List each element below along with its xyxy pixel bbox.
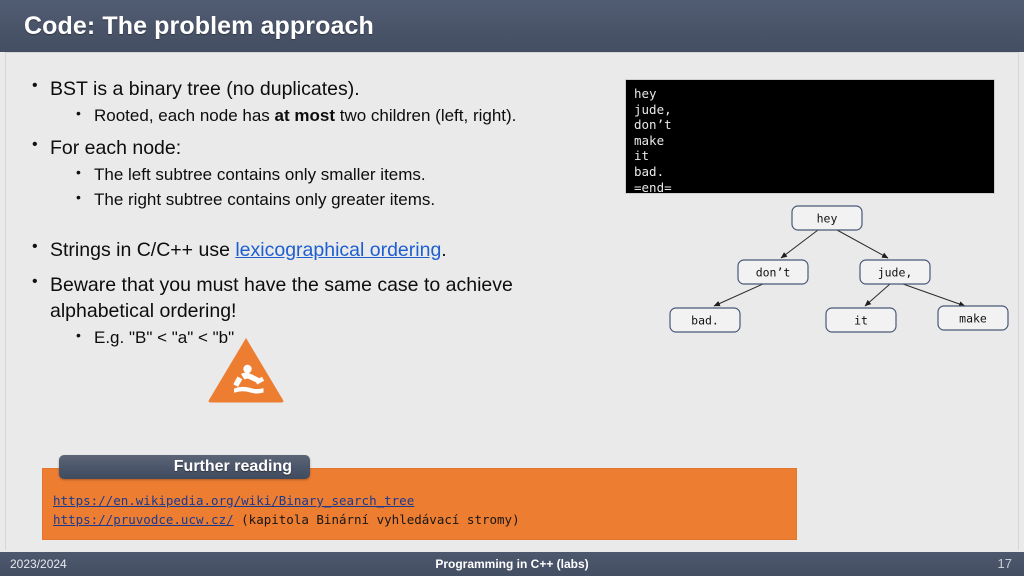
wikipedia-bst-link[interactable]: https://en.wikipedia.org/wiki/Binary_sea… [53, 493, 414, 508]
bullet-strings-post: . [441, 238, 447, 261]
terminal-line: =end= [634, 179, 672, 194]
terminal-output-box: hey jude, don’t make it bad. =end= [625, 79, 995, 194]
tree-node-label: it [854, 314, 868, 328]
terminal-line: it [634, 148, 650, 164]
terminal-line: hey [634, 86, 657, 101]
terminal-line: don’t [634, 117, 672, 133]
binary-search-tree-diagram: hey don’t jude, bad. it make [650, 198, 1024, 338]
tree-node-label: bad. [691, 314, 719, 328]
bullet-list: BST is a binary tree (no duplicates). Ro… [28, 75, 608, 349]
tree-node-jude[interactable]: jude, [859, 259, 931, 285]
tree-edge-jude-it [864, 283, 891, 307]
bullet-item-lexicographical: Strings in C/C++ use lexicographical ord… [28, 236, 608, 263]
bullet-item-bst: BST is a binary tree (no duplicates). [28, 75, 608, 102]
bullet-rooted-emphasis: at most [274, 106, 335, 126]
footer-course-name: Programming in C++ (labs) [435, 557, 589, 571]
tree-node-hey[interactable]: hey [791, 205, 863, 231]
slide-title-bar: Code: The problem approach [0, 0, 1024, 52]
terminal-line: make [634, 132, 665, 148]
tree-node-label: hey [817, 212, 838, 226]
tree-node-label: jude, [878, 266, 913, 280]
slide-footer: 2023/2024 Programming in C++ (labs) 17 [0, 552, 1024, 576]
bullet-strings-pre: Strings in C/C++ use [50, 238, 236, 261]
tree-edge-hey-jude [836, 229, 889, 259]
footer-page-number: 17 [997, 556, 1012, 571]
tree-node-make[interactable]: make [937, 305, 1009, 331]
tree-node-bad[interactable]: bad. [669, 307, 741, 333]
further-reading-tab: Further reading [59, 455, 310, 479]
further-reading-title: Further reading [173, 458, 292, 475]
bullet-item-right-subtree: The right subtree contains only greater … [28, 188, 608, 211]
bullet-rooted-pre: Rooted, each node has [94, 106, 275, 126]
pruvodce-link[interactable]: https://pruvodce.ucw.cz/ [53, 512, 234, 527]
tree-edge-hey-dont [780, 229, 819, 259]
page-title: Code: The problem approach [24, 12, 374, 40]
bullet-item-left-subtree: The left subtree contains only smaller i… [28, 163, 608, 186]
tree-node-label: don’t [756, 266, 791, 280]
tree-edge-jude-make [902, 283, 966, 307]
further-reading-line-2: https://pruvodce.ucw.cz/ (kapitola Binár… [53, 510, 520, 529]
lexicographical-ordering-link[interactable]: lexicographical ordering [235, 239, 441, 261]
further-reading-line-1: https://en.wikipedia.org/wiki/Binary_sea… [53, 491, 520, 510]
bullet-item-beware-case: Beware that you must have the same case … [28, 271, 608, 324]
pruvodce-note: (kapitola Binární vyhledávací stromy) [233, 512, 520, 527]
slide-canvas: Code: The problem approach BST is a bina… [0, 0, 1024, 576]
terminal-line: bad. [634, 163, 665, 179]
further-reading-links: https://en.wikipedia.org/wiki/Binary_sea… [53, 491, 520, 529]
bullet-item-for-each-node: For each node: [28, 134, 608, 161]
tree-node-dont[interactable]: don’t [737, 259, 809, 285]
caution-slippery-triangle-icon [207, 336, 285, 404]
bullet-item-example-ordering: E.g. "B" < "a" < "b" [28, 326, 608, 349]
tree-node-it[interactable]: it [825, 307, 897, 333]
bullet-item-rooted: Rooted, each node has at most two childr… [28, 104, 608, 127]
terminal-line: jude, [634, 101, 672, 117]
tree-node-label: make [959, 312, 987, 326]
tree-edge-dont-bad [713, 283, 764, 307]
bullet-rooted-post: two children (left, right). [335, 106, 517, 126]
